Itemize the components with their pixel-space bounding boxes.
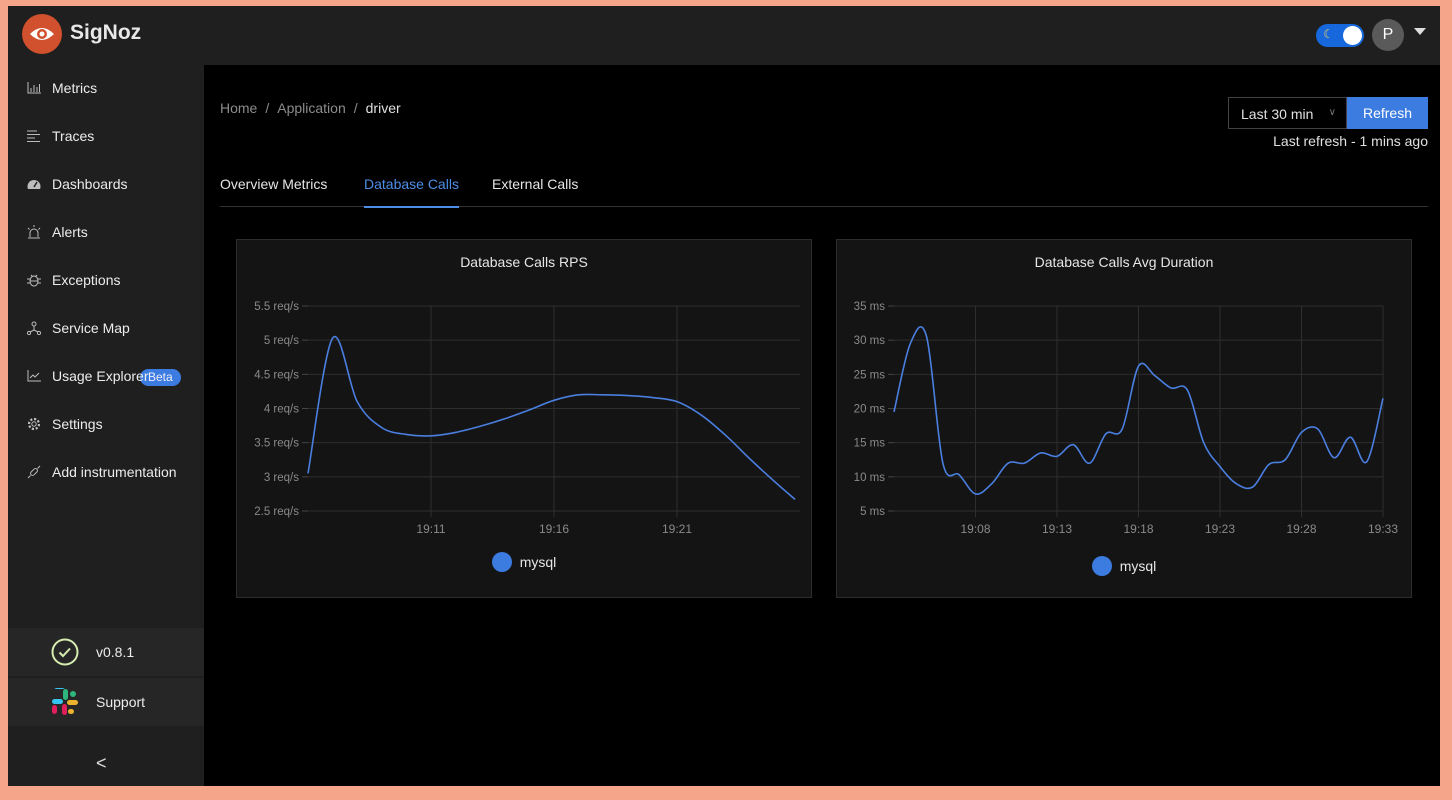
- brand-name: SigNoz: [70, 21, 142, 44]
- sidebar-item-traces[interactable]: Traces: [8, 116, 204, 156]
- x-tick-label: 19:28: [1286, 522, 1316, 536]
- sidebar-item-label: Usage Explorer: [52, 368, 149, 384]
- version-label: v0.8.1: [96, 644, 135, 660]
- sidebar-item-alerts[interactable]: Alerts: [8, 212, 204, 252]
- network-icon: [26, 320, 42, 336]
- y-tick-label: 25 ms: [854, 369, 886, 381]
- list-lines-icon: [26, 128, 42, 144]
- dashboard-icon: [26, 176, 42, 192]
- y-tick-label: 20 ms: [854, 404, 886, 416]
- api-icon: [26, 464, 42, 480]
- signoz-logo[interactable]: [22, 14, 62, 54]
- x-tick-label: 19:08: [960, 522, 990, 536]
- breadcrumb-separator: /: [353, 100, 358, 116]
- bug-icon: [26, 272, 42, 288]
- slack-icon: [52, 688, 78, 715]
- y-tick-label: 3 req/s: [264, 472, 299, 484]
- avg-duration-chart[interactable]: 35 ms 30 ms 25 ms 20 ms 15 ms 10 ms 5 ms 19:08 1…: [837, 240, 1413, 599]
- x-tick-label: 19:11: [416, 522, 445, 536]
- chevron-down-icon: ∨: [1328, 107, 1336, 118]
- toggle-knob: [1343, 26, 1362, 45]
- y-tick-label: 5 ms: [860, 506, 885, 518]
- time-range-value: Last 30 min: [1241, 106, 1314, 122]
- tab-overview-metrics[interactable]: Overview Metrics: [220, 176, 327, 206]
- breadcrumb-current: driver: [365, 100, 401, 116]
- alarm-icon: [26, 224, 42, 240]
- sidebar-item-service-map[interactable]: Service Map: [8, 308, 204, 348]
- breadcrumb: Home / Application / driver: [220, 100, 401, 116]
- legend-swatch: [491, 552, 512, 572]
- tab-external-calls[interactable]: External Calls: [492, 176, 578, 206]
- y-tick-label: 4.5 req/s: [254, 369, 299, 381]
- caret-down-icon[interactable]: [1414, 28, 1426, 35]
- x-tick-label: 19:23: [1205, 522, 1235, 536]
- y-tick-label: 2.5 req/s: [254, 506, 299, 518]
- moon-icon: ☾: [1323, 27, 1334, 41]
- tab-bar: Overview Metrics Database Calls External…: [220, 172, 1428, 208]
- breadcrumb-application[interactable]: Application: [277, 100, 346, 116]
- sidebar-item-metrics[interactable]: Metrics: [8, 68, 204, 108]
- sidebar: Metrics Traces Dashboards Alerts Excepti…: [8, 65, 204, 786]
- user-avatar[interactable]: P: [1372, 19, 1404, 51]
- sidebar-item-label: Alerts: [52, 224, 88, 240]
- app-window: SigNoz ☾ P Metrics Traces Dashboards Ale…: [8, 6, 1440, 786]
- legend-label: mysql: [1119, 558, 1157, 574]
- check-circle-icon: [51, 638, 79, 666]
- x-tick-label: 19:33: [1368, 522, 1398, 536]
- y-tick-label: 35 ms: [854, 301, 886, 313]
- y-tick-label: 30 ms: [854, 335, 886, 347]
- sidebar-item-label: Service Map: [52, 320, 130, 336]
- sidebar-item-dashboards[interactable]: Dashboards: [8, 164, 204, 204]
- sidebar-item-exceptions[interactable]: Exceptions: [8, 260, 204, 300]
- rps-chart[interactable]: 5.5 req/s 5 req/s 4.5 req/s 4 req/s 3.5 req/…: [237, 240, 813, 599]
- series-line-mysql: [307, 335, 796, 500]
- theme-toggle[interactable]: ☾: [1316, 24, 1364, 47]
- x-tick-label: 19:18: [1123, 522, 1153, 536]
- x-tick-label: 19:21: [662, 522, 692, 536]
- bar-chart-icon: [26, 80, 42, 96]
- x-tick-label: 19:13: [1042, 522, 1072, 536]
- chart-card-avg-duration: Database Calls Avg Duration 35 ms 30 ms 25…: [836, 239, 1412, 598]
- y-tick-label: 10 ms: [854, 472, 886, 484]
- chart-card-rps: Database Calls RPS 5.5 req/s 5 req/s 4.5 r…: [236, 239, 812, 598]
- gear-icon: [26, 416, 42, 432]
- line-chart-icon: [26, 368, 42, 384]
- main-content: Home / Application / driver Last 30 min ∨ Re…: [204, 65, 1440, 786]
- refresh-button[interactable]: Refresh: [1347, 97, 1428, 129]
- breadcrumb-separator: /: [265, 100, 270, 116]
- eye-icon: [30, 28, 54, 40]
- x-tick-label: 19:16: [539, 522, 569, 536]
- sidebar-item-settings[interactable]: Settings: [8, 404, 204, 444]
- version-indicator[interactable]: v0.8.1: [8, 628, 204, 676]
- collapse-sidebar-button[interactable]: <: [96, 753, 107, 774]
- y-tick-label: 15 ms: [854, 438, 886, 450]
- sidebar-item-label: Add instrumentation: [52, 464, 177, 480]
- y-tick-label: 5.5 req/s: [254, 301, 299, 313]
- y-tick-label: 4 req/s: [264, 404, 299, 416]
- last-refresh-text: Last refresh - 1 mins ago: [1273, 133, 1428, 149]
- support-label: Support: [96, 694, 146, 710]
- sidebar-item-label: Exceptions: [52, 272, 121, 288]
- y-tick-label: 3.5 req/s: [254, 438, 299, 450]
- time-range-select[interactable]: Last 30 min ∨: [1228, 97, 1347, 129]
- chart-legend[interactable]: mysql: [237, 552, 811, 572]
- chart-legend[interactable]: mysql: [837, 556, 1411, 576]
- sidebar-item-label: Metrics: [52, 80, 98, 96]
- sidebar-item-label: Traces: [52, 128, 95, 144]
- tab-database-calls[interactable]: Database Calls: [364, 176, 459, 208]
- legend-label: mysql: [519, 554, 557, 570]
- support-link[interactable]: Support: [8, 678, 204, 726]
- top-bar: SigNoz ☾ P: [8, 6, 1440, 65]
- sidebar-item-add-instrumentation[interactable]: Add instrumentation: [8, 452, 204, 492]
- sidebar-item-label: Dashboards: [52, 176, 128, 192]
- sidebar-item-usage-explorer[interactable]: Usage Explorer: [8, 356, 204, 396]
- breadcrumb-home[interactable]: Home: [220, 100, 257, 116]
- y-tick-label: 5 req/s: [264, 335, 299, 347]
- legend-swatch: [1091, 556, 1112, 576]
- sidebar-item-label: Settings: [52, 416, 103, 432]
